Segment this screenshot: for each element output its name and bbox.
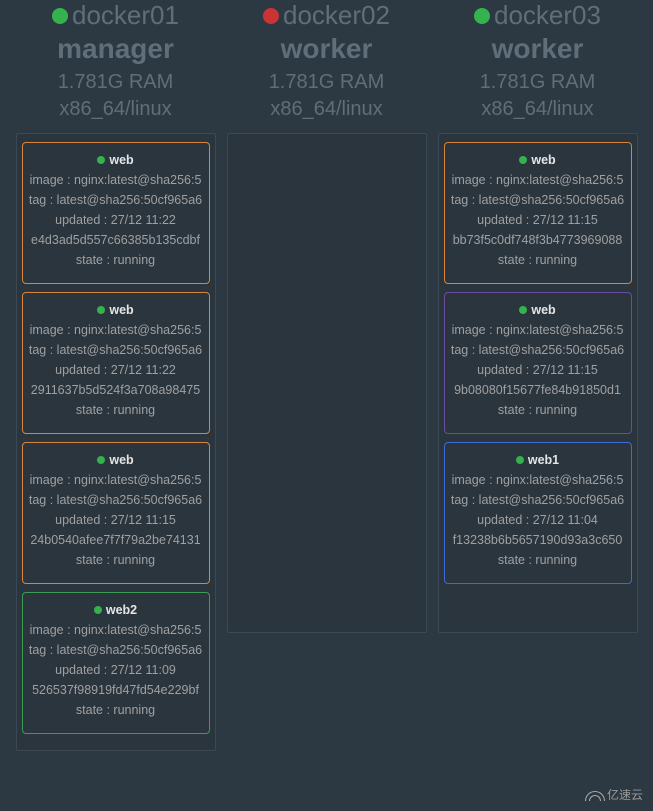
node-role: manager [16,33,216,65]
task-name: web1 [528,453,559,467]
task-state: state : running [450,553,626,567]
status-dot-icon [474,8,490,24]
watermark-text: 亿速云 [607,786,643,803]
node-arch: x86_64/linux [438,98,638,121]
task-image: image : nginx:latest@sha256:5 [28,323,204,337]
task-updated: updated : 27/12 11:09 [28,663,204,677]
task-hash: 2911637b5d524f3a708a98475 [28,383,204,397]
task-card[interactable]: web1 image : nginx:latest@sha256:5 tag : l… [444,442,632,584]
task-title: web1 [450,453,626,467]
node-name: docker01 [72,0,179,31]
task-status-dot-icon [97,456,105,464]
task-name: web [109,453,133,467]
task-tag: tag : latest@sha256:50cf965a6 [450,193,626,207]
task-image: image : nginx:latest@sha256:5 [28,173,204,187]
node-docker01: docker01manager 1.781G RAM x86_64/linuxweb… [16,0,216,751]
task-card[interactable]: web image : nginx:latest@sha256:5 tag : la… [444,292,632,434]
node-role: worker [227,33,427,65]
task-state: state : running [28,553,204,567]
task-title: web [28,453,204,467]
task-hash: 526537f98919fd47fd54e229bf [28,683,204,697]
node-name: docker02 [283,0,390,31]
task-state: state : running [450,253,626,267]
task-updated: updated : 27/12 11:22 [28,213,204,227]
task-state: state : running [28,403,204,417]
task-card[interactable]: web image : nginx:latest@sha256:5 tag : la… [444,142,632,284]
task-updated: updated : 27/12 11:15 [28,513,204,527]
task-updated: updated : 27/12 11:15 [450,213,626,227]
task-card[interactable]: web image : nginx:latest@sha256:5 tag : la… [22,142,210,284]
task-state: state : running [450,403,626,417]
task-status-dot-icon [97,156,105,164]
status-dot-icon [263,8,279,24]
task-status-dot-icon [519,306,527,314]
task-container: web image : nginx:latest@sha256:5 tag : la… [16,133,216,751]
task-tag: tag : latest@sha256:50cf965a6 [28,643,204,657]
node-name: docker03 [494,0,601,31]
task-name: web [109,303,133,317]
task-hash: e4d3ad5d557c66385b135cdbf [28,233,204,247]
task-title: web [28,303,204,317]
watermark: 亿速云 [585,786,643,803]
task-image: image : nginx:latest@sha256:5 [450,473,626,487]
task-image: image : nginx:latest@sha256:5 [450,173,626,187]
node-ram: 1.781G RAM [438,71,638,94]
task-name: web [531,303,555,317]
task-card[interactable]: web2 image : nginx:latest@sha256:5 tag : l… [22,592,210,734]
cloud-icon [585,789,605,801]
node-arch: x86_64/linux [16,98,216,121]
task-tag: tag : latest@sha256:50cf965a6 [28,343,204,357]
task-hash: bb73f5c0df748f3b4773969088 [450,233,626,247]
task-updated: updated : 27/12 11:22 [28,363,204,377]
task-image: image : nginx:latest@sha256:5 [450,323,626,337]
node-role: worker [438,33,638,65]
task-hash: 24b0540afee7f7f79a2be74131 [28,533,204,547]
node-ram: 1.781G RAM [16,71,216,94]
task-hash: 9b08080f15677fe84b91850d1 [450,383,626,397]
task-tag: tag : latest@sha256:50cf965a6 [450,343,626,357]
task-updated: updated : 27/12 11:15 [450,363,626,377]
task-name: web2 [106,603,137,617]
task-card[interactable]: web image : nginx:latest@sha256:5 tag : la… [22,292,210,434]
task-status-dot-icon [97,306,105,314]
task-title: web [28,153,204,167]
task-updated: updated : 27/12 11:04 [450,513,626,527]
node-title: docker03 [438,0,638,31]
task-status-dot-icon [94,606,102,614]
node-docker03: docker03worker 1.781G RAM x86_64/linuxweb i… [438,0,638,751]
task-name: web [531,153,555,167]
node-title: docker01 [16,0,216,31]
task-name: web [109,153,133,167]
task-status-dot-icon [516,456,524,464]
task-status-dot-icon [519,156,527,164]
node-arch: x86_64/linux [227,98,427,121]
task-container [227,133,427,633]
task-title: web [450,303,626,317]
task-state: state : running [28,703,204,717]
task-tag: tag : latest@sha256:50cf965a6 [28,193,204,207]
task-image: image : nginx:latest@sha256:5 [28,623,204,637]
task-container: web image : nginx:latest@sha256:5 tag : la… [438,133,638,633]
task-tag: tag : latest@sha256:50cf965a6 [450,493,626,507]
task-state: state : running [28,253,204,267]
node-docker02: docker02worker 1.781G RAM x86_64/linux [227,0,427,751]
task-image: image : nginx:latest@sha256:5 [28,473,204,487]
task-hash: f13238b6b5657190d93a3c650 [450,533,626,547]
task-title: web [450,153,626,167]
node-title: docker02 [227,0,427,31]
status-dot-icon [52,8,68,24]
task-card[interactable]: web image : nginx:latest@sha256:5 tag : la… [22,442,210,584]
task-title: web2 [28,603,204,617]
node-ram: 1.781G RAM [227,71,427,94]
task-tag: tag : latest@sha256:50cf965a6 [28,493,204,507]
